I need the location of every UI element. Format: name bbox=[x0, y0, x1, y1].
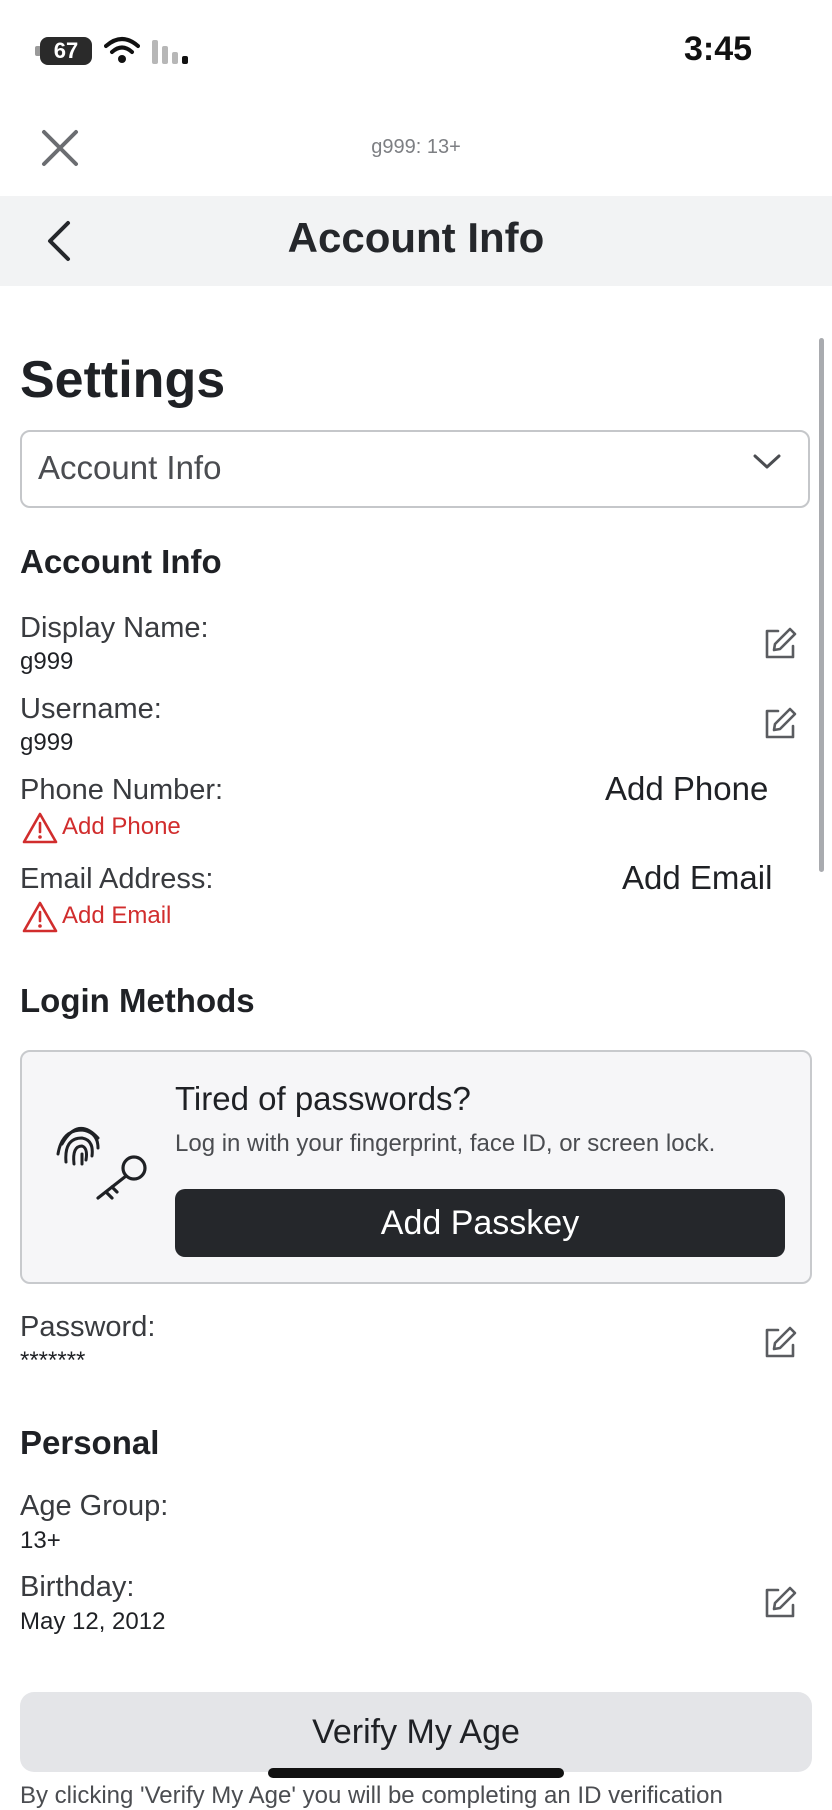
edit-username-icon[interactable] bbox=[762, 706, 798, 742]
wifi-icon bbox=[104, 37, 140, 63]
scrollbar[interactable] bbox=[819, 338, 824, 872]
cellular-signal-icon bbox=[152, 40, 188, 64]
fingerprint-key-icon bbox=[56, 1127, 147, 1200]
edit-password-icon[interactable] bbox=[762, 1325, 798, 1361]
email-address-label: Email Address: bbox=[20, 863, 214, 895]
warning-icon bbox=[22, 812, 58, 844]
add-phone-warning[interactable]: Add Phone bbox=[62, 813, 181, 841]
add-passkey-button[interactable]: Add Passkey bbox=[175, 1189, 785, 1257]
passkey-card-description: Log in with your fingerprint, face ID, o… bbox=[175, 1130, 716, 1157]
username-label: Username: bbox=[20, 693, 162, 725]
age-group-label: Age Group: bbox=[20, 1490, 169, 1522]
add-email-button[interactable]: Add Email bbox=[622, 859, 772, 897]
birthday-value: May 12, 2012 bbox=[20, 1608, 166, 1635]
phone-number-label: Phone Number: bbox=[20, 774, 224, 806]
password-value: ******* bbox=[20, 1347, 86, 1374]
add-email-warning[interactable]: Add Email bbox=[62, 902, 171, 930]
profile-subtitle: g999: 13+ bbox=[371, 136, 461, 158]
chevron-down-icon bbox=[753, 454, 781, 469]
edit-birthday-icon[interactable] bbox=[762, 1585, 798, 1621]
nav-title: Account Info bbox=[287, 214, 545, 261]
age-group-value: 13+ bbox=[20, 1527, 61, 1554]
display-name-label: Display Name: bbox=[20, 612, 209, 644]
page-title: Settings bbox=[20, 351, 226, 409]
status-time: 3:45 bbox=[684, 30, 753, 68]
edit-display-name-icon[interactable] bbox=[762, 626, 798, 662]
dropdown-selected-value: Account Info bbox=[38, 449, 222, 486]
display-name-value: g999 bbox=[20, 648, 74, 675]
battery-indicator: 67 bbox=[40, 37, 92, 65]
passkey-card-title: Tired of passwords? bbox=[175, 1080, 471, 1117]
password-label: Password: bbox=[20, 1311, 156, 1343]
section-title-login-methods: Login Methods bbox=[20, 982, 255, 1019]
section-title-personal: Personal bbox=[20, 1424, 160, 1461]
warning-icon bbox=[22, 901, 58, 933]
section-title-account-info: Account Info bbox=[20, 543, 222, 580]
verify-disclaimer-text: By clicking 'Verify My Age' you will be … bbox=[20, 1782, 723, 1809]
add-phone-button[interactable]: Add Phone bbox=[605, 770, 768, 808]
home-indicator[interactable] bbox=[268, 1768, 564, 1778]
verify-age-button[interactable]: Verify My Age bbox=[20, 1692, 812, 1772]
birthday-label: Birthday: bbox=[20, 1571, 135, 1603]
username-value: g999 bbox=[20, 729, 74, 756]
